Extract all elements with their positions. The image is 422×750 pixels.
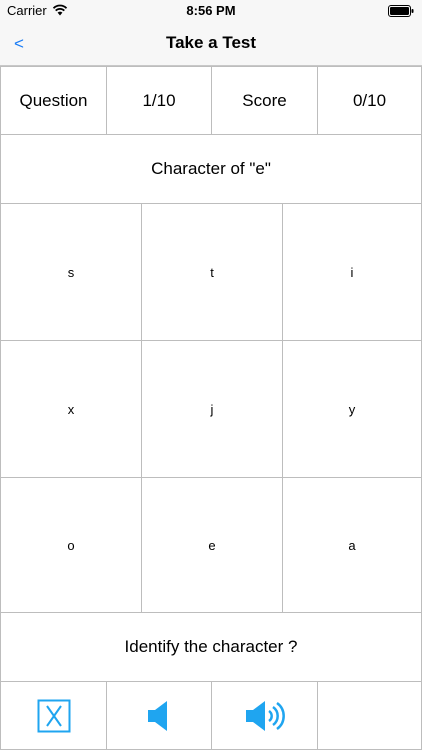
question-counter: 1/10 <box>106 66 212 135</box>
instruction-text: Identify the character ? <box>0 612 422 682</box>
choice-button[interactable]: e <box>141 477 283 613</box>
empty-toolbar-slot <box>317 681 422 750</box>
choice-button[interactable]: s <box>0 203 142 341</box>
status-time: 8:56 PM <box>186 3 236 18</box>
play-sound-loud-button[interactable] <box>211 681 318 750</box>
play-sound-button[interactable] <box>106 681 212 750</box>
speaker-icon <box>148 700 167 731</box>
choice-button[interactable]: a <box>282 477 422 613</box>
question-prompt: Character of "e" <box>0 134 422 204</box>
score-counter: 0/10 <box>317 66 422 135</box>
close-button[interactable] <box>0 681 107 750</box>
score-label: Score <box>211 66 318 135</box>
battery-icon <box>388 5 414 17</box>
choice-button[interactable]: j <box>141 340 283 478</box>
choice-button[interactable]: t <box>141 203 283 341</box>
nav-bar: < Take a Test <box>0 22 422 66</box>
close-box-icon <box>37 699 70 732</box>
choice-button[interactable]: o <box>0 477 142 613</box>
status-bar: Carrier 8:56 PM <box>0 0 422 22</box>
choice-button[interactable]: y <box>282 340 422 478</box>
choice-button[interactable]: x <box>0 340 142 478</box>
choice-button[interactable]: i <box>282 203 422 341</box>
speaker-loud-icon <box>245 700 285 731</box>
page-title: Take a Test <box>165 33 257 52</box>
question-label: Question <box>0 66 107 135</box>
